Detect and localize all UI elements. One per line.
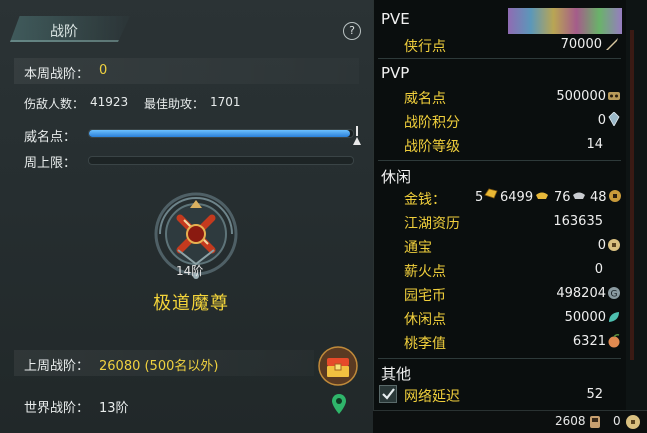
figure-icon: [590, 416, 600, 428]
background-red-strip: [630, 30, 634, 360]
rank-panel: 战阶 ? 本周战阶： 0 伤敌人数： 41923 最佳助攻： 1701 威名点：…: [0, 0, 373, 433]
currency-value-rank-level: 14: [586, 137, 603, 152]
bottom-status-bar: 2608 0: [373, 410, 647, 433]
status-value-a: 2608: [555, 414, 586, 428]
pve-banner-pattern: [508, 8, 622, 34]
divider: [378, 160, 621, 161]
currency-name-taoli: 桃李值: [404, 336, 446, 352]
help-icon[interactable]: ?: [343, 22, 361, 40]
status-value-b: 0: [613, 414, 621, 428]
world-rank-value: 13阶: [99, 401, 129, 416]
last-week-value: 26080 (500名以外): [99, 359, 219, 374]
money-gold: 6499: [500, 190, 534, 205]
world-rank-label: 世界战阶：: [24, 401, 90, 416]
currency-name-weiming: 威名点: [404, 91, 446, 107]
silver-ingot-icon: [573, 192, 585, 199]
currency-panel: PVE 侠行点 70000 PVP 威名点 500000 战阶积分 0 战阶等级…: [373, 0, 626, 410]
weekly-cap-label: 周上限：: [24, 156, 77, 171]
reward-chest-icon[interactable]: [318, 346, 358, 386]
latency-checkbox[interactable]: [379, 385, 397, 403]
currency-name-rank-level: 战阶等级: [404, 139, 460, 155]
mask-icon: [608, 92, 620, 100]
panel-header: 战阶: [0, 12, 373, 48]
weekly-rank-value: 0: [99, 63, 108, 78]
rank-name: 极道魔尊: [153, 293, 229, 314]
section-heading-other: 其他: [381, 365, 412, 383]
currency-name-rank-score: 战阶积分: [404, 115, 460, 131]
latency-value: 52: [586, 387, 603, 402]
last-week-label: 上周战阶：: [24, 359, 90, 374]
sword-icon: [606, 38, 618, 50]
prestige-progress-bar: [88, 129, 354, 138]
crystal-icon: [608, 112, 620, 126]
svg-text:G: G: [611, 290, 618, 300]
prestige-label: 威名点：: [24, 130, 77, 145]
currency-name-jianghu: 江湖资历: [404, 216, 460, 232]
divider: [378, 358, 621, 359]
currency-name-xiaxing: 侠行点: [404, 39, 446, 55]
section-heading-leisure: 休闲: [381, 168, 412, 186]
section-heading-pve: PVE: [381, 10, 410, 28]
coin-icon: [626, 415, 640, 429]
copper-coin-icon: [609, 190, 621, 202]
currency-value-taoli: 6321: [572, 334, 606, 349]
prestige-progress-fill: [89, 130, 351, 137]
section-heading-pvp: PVP: [381, 64, 410, 82]
latency-label: 网络延迟: [404, 389, 460, 405]
gold-brick-icon: [484, 188, 498, 199]
enemies-label: 伤敌人数：: [24, 97, 85, 111]
progress-marker-icon: [353, 126, 361, 145]
gold-ingot-icon: [536, 192, 548, 199]
best-assist-value: 1701: [210, 95, 241, 109]
currency-value-xiaxing: 70000: [560, 37, 602, 52]
peach-icon: [608, 334, 620, 348]
money-label: 金钱：: [404, 192, 446, 208]
currency-value-leisure-points: 50000: [564, 310, 606, 325]
money-silver: 76: [554, 190, 571, 205]
currency-value-jianghu: 163635: [553, 214, 603, 229]
money-copper: 48: [590, 190, 607, 205]
weekly-rank-label: 本周战阶：: [24, 67, 90, 82]
divider: [378, 58, 621, 59]
currency-value-yuanzhai: 498204: [556, 286, 606, 301]
coin-icon: [608, 239, 620, 251]
check-icon: [382, 388, 395, 400]
currency-name-leisure-points: 休闲点: [404, 312, 446, 328]
currency-name-yuanzhai: 园宅币: [404, 288, 446, 304]
weekly-cap-bar: [88, 156, 354, 165]
currency-value-weiming: 500000: [556, 89, 606, 104]
enemies-value: 41923: [90, 95, 129, 109]
location-pin-icon[interactable]: [331, 393, 347, 415]
money-gold-bricks: 5: [475, 190, 484, 205]
currency-value-xinhuo: 0: [594, 262, 603, 277]
best-assist-label: 最佳助攻：: [144, 97, 205, 111]
leaf-icon: [609, 312, 619, 322]
g-coin-icon: G: [608, 287, 620, 300]
currency-name-xinhuo: 薪火点: [404, 264, 446, 280]
panel-title: 战阶: [50, 24, 78, 40]
currency-name-tongbao: 通宝: [404, 240, 432, 256]
rank-level: 14阶: [176, 264, 204, 278]
currency-value-tongbao: 0: [597, 238, 606, 253]
currency-value-rank-score: 0: [597, 113, 606, 128]
background-scene-edge: [626, 0, 647, 410]
